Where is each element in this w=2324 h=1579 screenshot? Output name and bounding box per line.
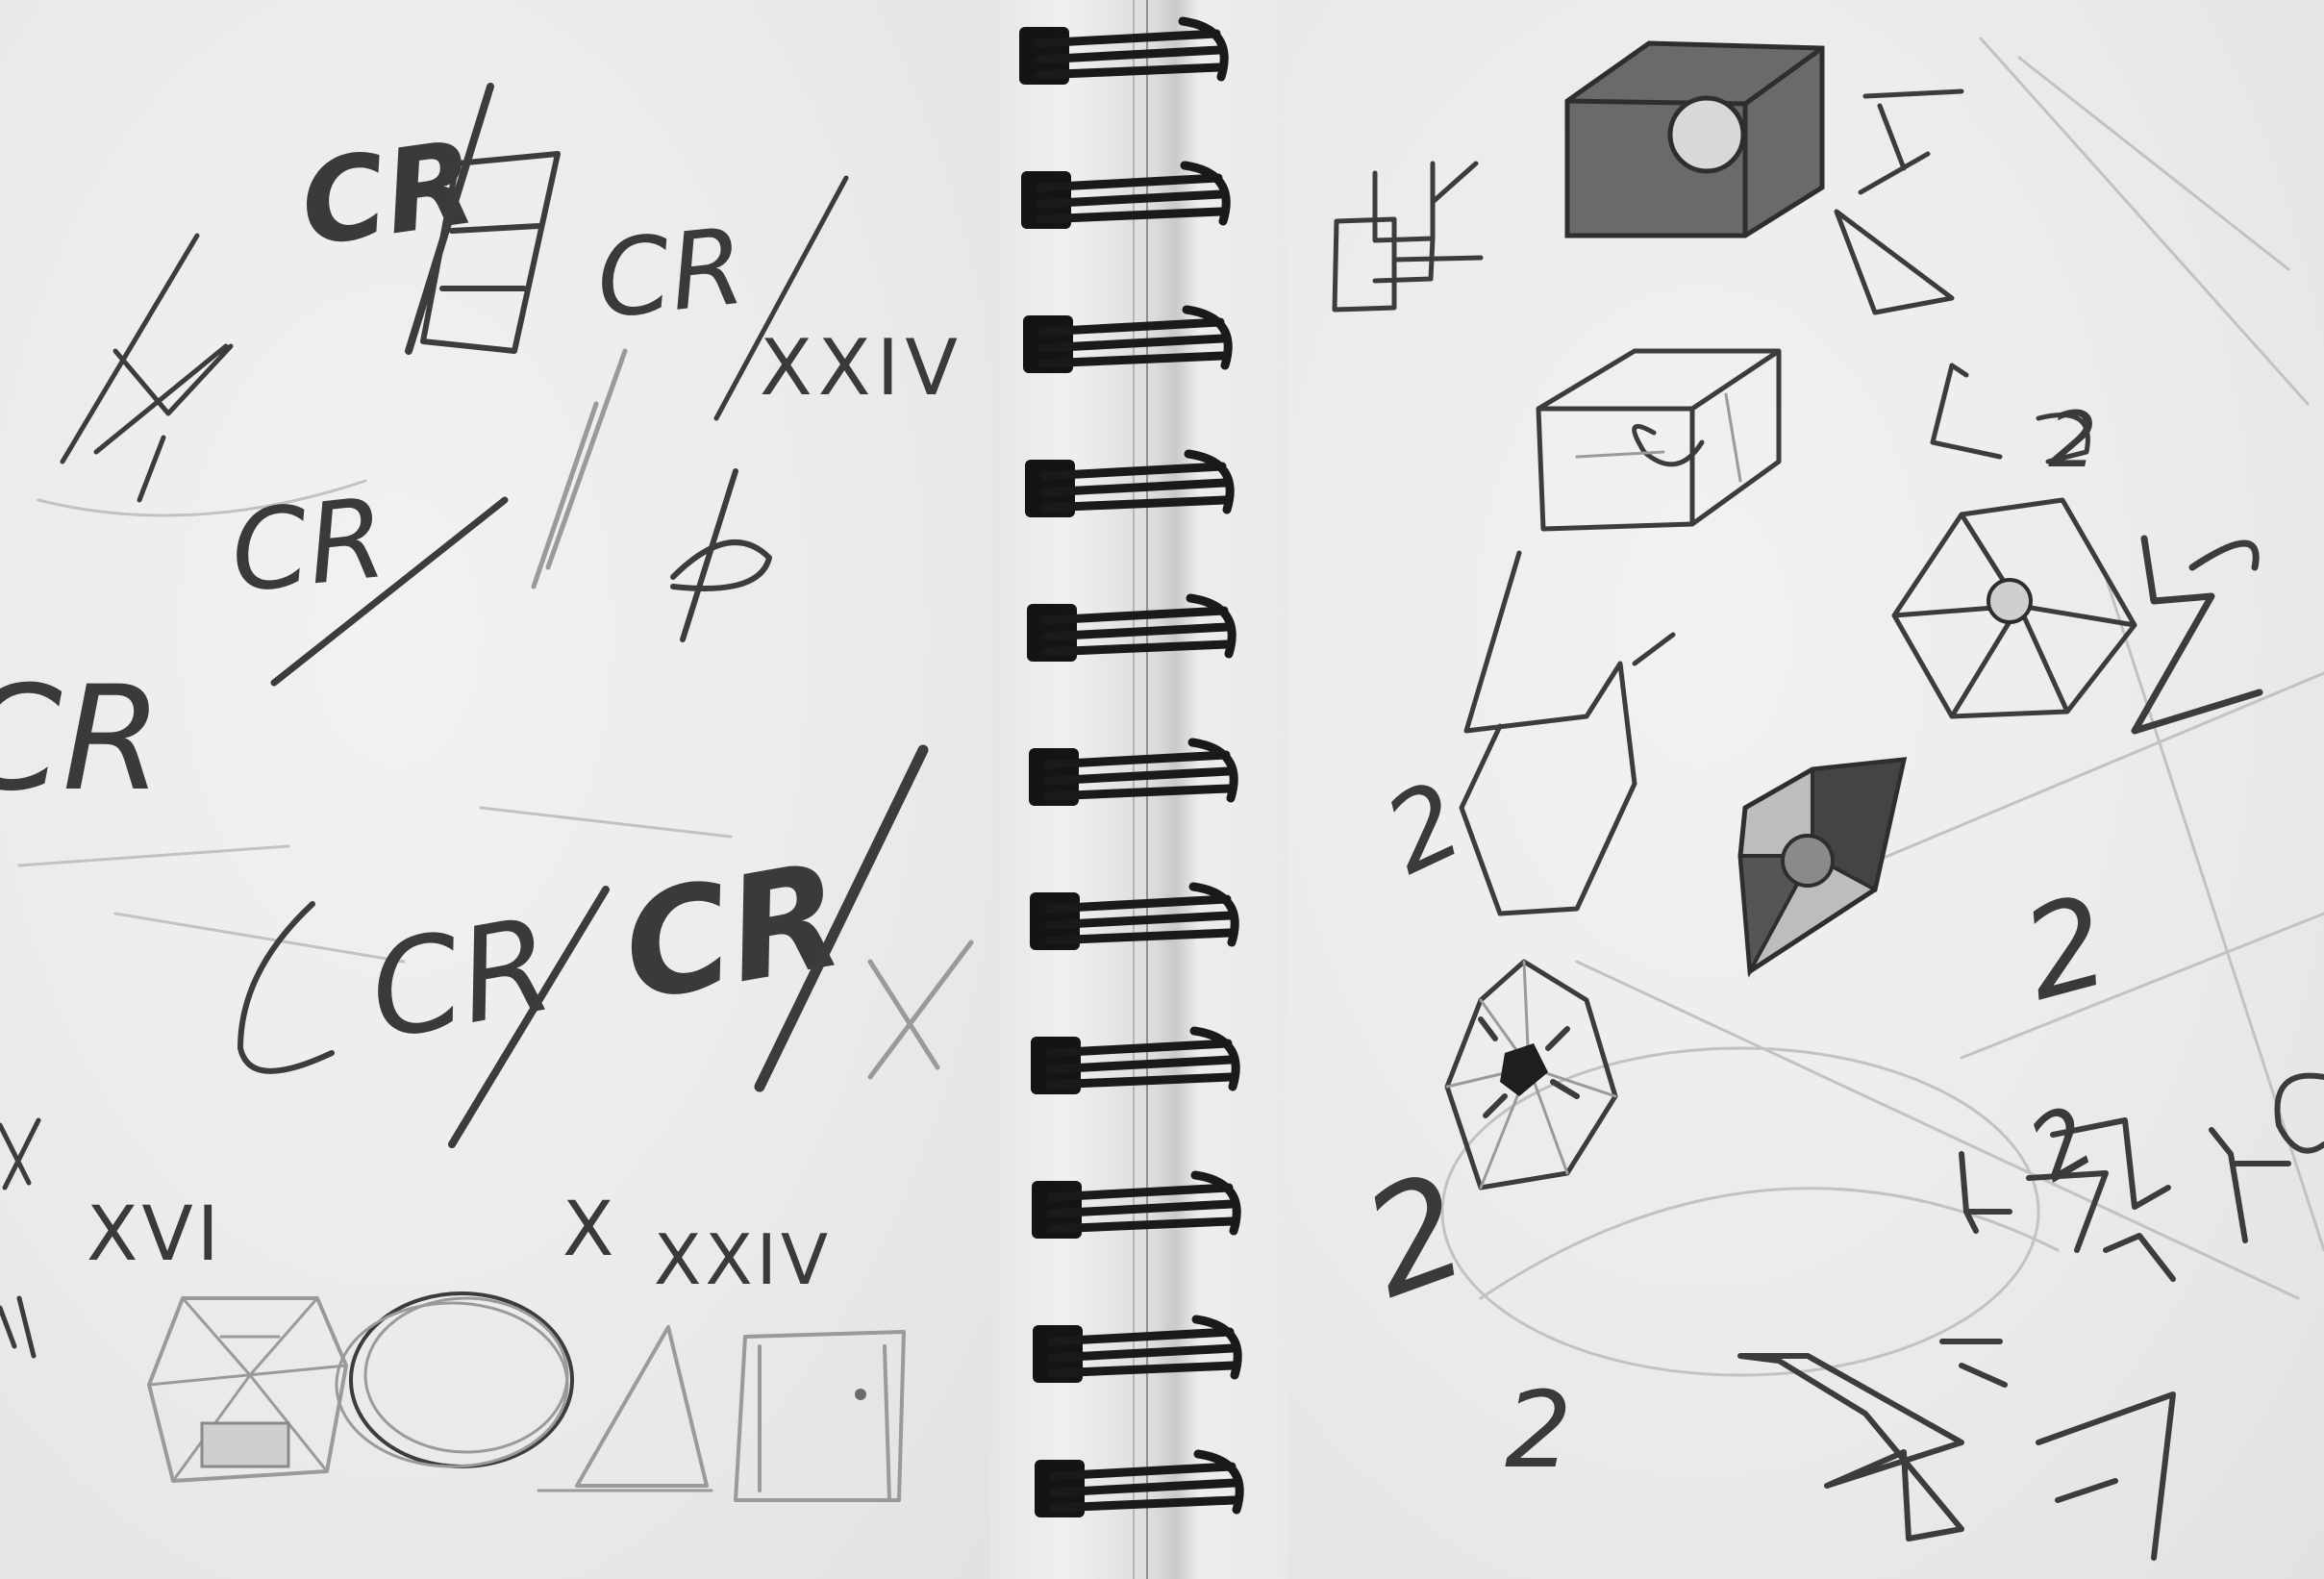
spiral-loop — [1029, 738, 1238, 806]
number-two-mark: 2 — [2013, 1086, 2112, 1201]
spiral-loop — [1031, 1026, 1240, 1094]
spiral-loop — [1019, 16, 1229, 85]
spiral-loop — [1027, 593, 1237, 662]
number-two-mark: 2 — [1344, 1142, 1487, 1331]
triangle-mark — [2036, 1391, 2176, 1561]
hexagon-sketch — [1459, 550, 1676, 916]
wireframe-cube-sketch — [1536, 348, 1782, 532]
hexagon-cube-sketch — [1891, 497, 2137, 719]
shaded-polygon-sketch — [1737, 757, 1908, 978]
spiral-loop — [1035, 1449, 1244, 1517]
square-sketch — [1332, 161, 1484, 313]
spiral-loop — [1030, 882, 1239, 950]
spiral-loop — [1033, 1315, 1242, 1383]
right-page-sketches: 2 2 2 2 2 2 — [1332, 37, 2324, 1561]
spider-hexagon-sketch — [1444, 959, 1618, 1191]
spiral-loop — [1032, 1170, 1241, 1239]
tick-mark — [1939, 1339, 2008, 1388]
large-triangle-mark — [1737, 1353, 1964, 1541]
right-page: 2 2 2 2 2 2 — [1288, 0, 2324, 1579]
spiral-loop — [1023, 305, 1233, 373]
number-two-mark: 2 — [1505, 1368, 1572, 1491]
spiral-loop — [1025, 449, 1235, 517]
number-two-mark: 2 — [2048, 395, 2097, 485]
spiral-loop — [1021, 161, 1231, 229]
number-two-mark: 2 — [2009, 867, 2123, 1029]
number-two-mark: 2 — [1367, 758, 1481, 898]
double-triangle-mark — [2131, 535, 2263, 735]
shaded-cube-sketch — [1564, 40, 1825, 238]
triangle-mark — [1834, 88, 1964, 315]
partial-mark — [2209, 1127, 2291, 1243]
sketchbook-spread: CR CR XXIV CR CR CR R XVI X XXIV 2 2 2 2… — [0, 0, 2324, 1579]
partial-mark — [2274, 1072, 2324, 1154]
construction-ellipse — [1440, 1046, 2040, 1377]
